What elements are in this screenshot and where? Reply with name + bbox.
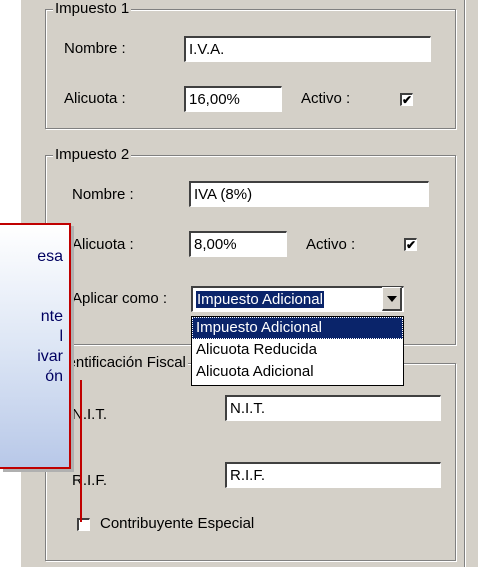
contribuyente-label: Contribuyente Especial <box>100 515 255 532</box>
aplicar-como-label: Aplicar como : <box>72 290 168 307</box>
impuesto2-alicuota-label: Alicuota : <box>72 236 134 253</box>
impuesto1-alicuota-input[interactable]: 16,00% <box>184 86 282 112</box>
dropdown-option[interactable]: Alicuota Adicional <box>192 361 403 383</box>
impuesto2-activo-checkbox[interactable]: ✔ <box>404 238 417 251</box>
impuesto1-nombre-input[interactable]: I.V.A. <box>184 36 431 62</box>
help-callout: esa nte l ivar ón <box>0 223 71 469</box>
aplicar-como-value: Impuesto Adicional <box>196 291 324 308</box>
callout-pointer-line <box>80 380 82 522</box>
impuesto2-nombre-label: Nombre : <box>72 186 134 203</box>
impuesto1-nombre-label: Nombre : <box>64 40 126 57</box>
callout-line: nte <box>40 308 63 325</box>
impuesto1-activo-label: Activo : <box>301 90 351 107</box>
callout-line: esa <box>37 248 63 265</box>
aplicar-como-select[interactable]: Impuesto Adicional <box>191 286 404 312</box>
contribuyente-checkbox[interactable] <box>77 518 90 531</box>
impuesto2-activo-label: Activo : <box>306 236 356 253</box>
nit-input[interactable]: N.I.T. <box>225 395 441 421</box>
callout-line: l <box>59 328 63 345</box>
dropdown-option[interactable]: Alicuota Reducida <box>192 339 403 361</box>
rif-input[interactable]: R.I.F. <box>225 462 441 488</box>
nit-label: N.I.T. <box>72 406 108 423</box>
impuesto1-activo-checkbox[interactable]: ✔ <box>400 93 413 106</box>
callout-line: ivar <box>37 348 63 365</box>
rif-label: R.I.F. <box>72 472 108 489</box>
impuesto1-alicuota-label: Alicuota : <box>64 90 126 107</box>
impuesto2-nombre-input[interactable]: IVA (8%) <box>189 181 429 207</box>
panel-divider-highlight <box>465 0 466 567</box>
impuesto2-legend: Impuesto 2 <box>53 146 132 163</box>
dropdown-option[interactable]: Impuesto Adicional <box>192 317 403 339</box>
callout-line: ón <box>45 368 63 385</box>
fiscal-legend: Identificación Fiscal <box>53 354 188 371</box>
aplicar-como-dropdown-list[interactable]: Impuesto Adicional Alicuota Reducida Ali… <box>191 316 404 386</box>
chevron-down-icon[interactable] <box>382 287 402 311</box>
impuesto1-legend: Impuesto 1 <box>53 0 132 17</box>
impuesto2-alicuota-input[interactable]: 8,00% <box>189 231 287 257</box>
